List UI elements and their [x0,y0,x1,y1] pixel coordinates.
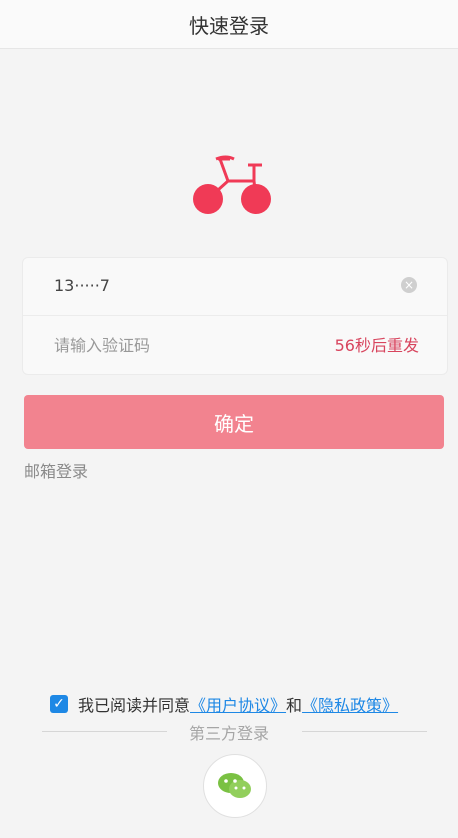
third-party-login-section: 第三方登录 [0,720,458,744]
third-party-login-label: 第三方登录 [188,724,269,743]
privacy-policy-link[interactable]: 《隐私政策》 [302,692,398,716]
agreement-prefix: 我已阅读并同意 [78,696,191,715]
agree-checkbox[interactable]: ✓ [50,695,68,713]
bike-logo-icon [193,155,271,214]
wechat-login-button[interactable] [203,754,267,818]
page-title: 快速登录 [189,13,269,38]
confirm-button[interactable]: 确定 [24,395,444,449]
agreement-and: 和 [286,696,303,715]
verification-code-input[interactable]: 请输入验证码 [54,332,284,356]
wechat-icon [218,773,251,798]
email-login-link[interactable]: 邮箱登录 [24,458,88,482]
divider [23,315,447,316]
user-agreement-link[interactable]: 《用户协议》 [190,692,286,716]
header-bar: 快速登录 [0,0,458,49]
divider-right [302,731,427,732]
login-form-card: 13·····7 × 请输入验证码 56秒后重发 [22,257,448,375]
phone-field[interactable]: 13·····7 [54,276,110,295]
agreement-row: ✓ 我已阅读并同意 《用户协议》 和 《隐私政策》 [50,692,398,716]
resend-code-button[interactable]: 56秒后重发 [335,332,419,356]
close-circle-icon[interactable]: × [401,277,417,293]
